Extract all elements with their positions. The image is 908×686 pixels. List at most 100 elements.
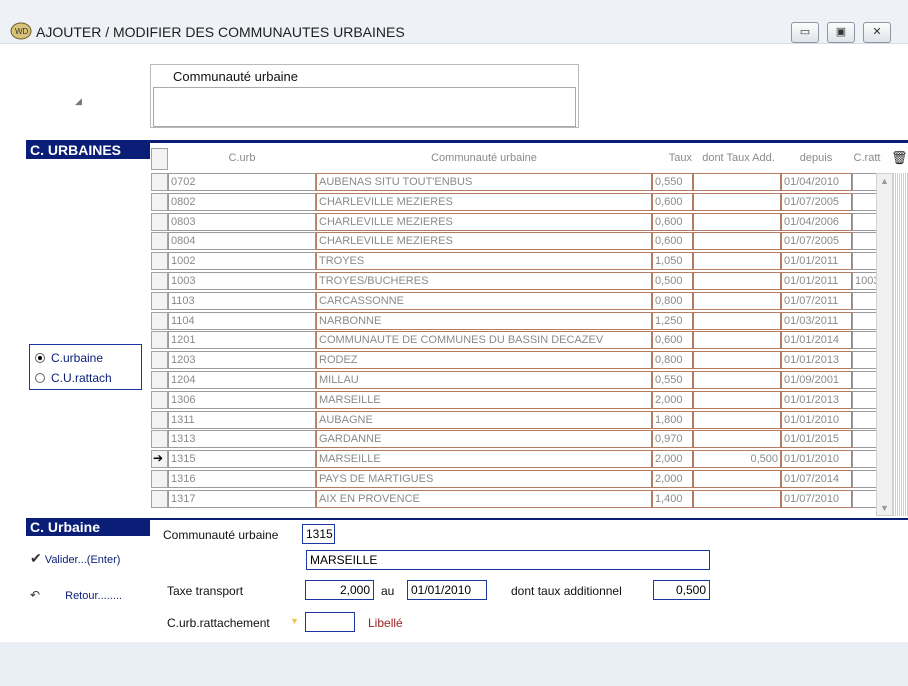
return-button[interactable]: ↶ Retour........ — [30, 588, 122, 602]
restore-button[interactable]: ▣ — [827, 22, 855, 43]
cell-code[interactable]: 1002 — [168, 252, 316, 271]
header-curb[interactable]: C.urb — [168, 148, 316, 169]
scroll-up-icon[interactable]: ▲ — [880, 176, 889, 186]
row-selector[interactable] — [151, 351, 168, 370]
cell-taux[interactable]: 0,500 — [652, 272, 693, 290]
header-depuis[interactable]: depuis — [781, 148, 851, 169]
cell-depuis[interactable]: 01/07/2011 — [781, 291, 852, 310]
cell-name[interactable]: AIX EN PROVENCE — [316, 489, 652, 508]
search-input[interactable] — [153, 87, 576, 127]
cell-taux[interactable]: 1,250 — [652, 311, 693, 330]
dont-field[interactable]: 0,500 — [653, 580, 710, 600]
cell-code[interactable]: 1317 — [168, 489, 316, 508]
row-selector[interactable] — [151, 470, 168, 488]
cell-add[interactable] — [693, 311, 781, 330]
row-selector[interactable] — [151, 252, 168, 271]
cell-name[interactable]: COMMUNAUTE DE COMMUNES DU BASSIN DECAZEV — [316, 331, 652, 350]
radio-dot[interactable] — [35, 353, 45, 363]
row-selector[interactable] — [151, 212, 168, 231]
header-add[interactable]: dont Taux Add. — [696, 148, 781, 169]
header-ratt[interactable]: C.ratt — [851, 148, 883, 169]
cell-depuis[interactable]: 01/03/2011 — [781, 311, 852, 330]
cell-add[interactable] — [693, 489, 781, 508]
cell-taux[interactable]: 0,970 — [652, 430, 693, 449]
cell-code[interactable]: 1201 — [168, 331, 316, 350]
delete-icon[interactable]: 🗑 — [891, 150, 908, 166]
cell-depuis[interactable]: 01/07/2005 — [781, 192, 852, 211]
cell-add[interactable] — [693, 351, 781, 370]
cell-add[interactable] — [693, 371, 781, 389]
scroll-down-icon[interactable]: ▼ — [880, 503, 889, 513]
cell-depuis[interactable]: 01/04/2006 — [781, 212, 852, 231]
minimize-button[interactable]: ▭ — [791, 22, 819, 43]
cell-add[interactable] — [693, 410, 781, 429]
header-name[interactable]: Communauté urbaine — [316, 148, 652, 169]
cell-taux[interactable]: 1,800 — [652, 410, 693, 429]
ratt-field[interactable] — [305, 612, 355, 632]
cell-add[interactable] — [693, 252, 781, 271]
cell-name[interactable]: CHARLEVILLE MEZIERES — [316, 192, 652, 211]
cell-add[interactable] — [693, 390, 781, 409]
name-field[interactable]: MARSEILLE — [306, 550, 710, 570]
cell-taux[interactable]: 0,550 — [652, 173, 693, 191]
row-selector[interactable] — [151, 272, 168, 290]
cell-depuis[interactable]: 01/01/2015 — [781, 430, 852, 449]
cell-code[interactable]: 1306 — [168, 390, 316, 409]
cell-add[interactable] — [693, 272, 781, 290]
validate-button[interactable]: ✔ Valider...(Enter) — [30, 550, 120, 567]
cell-taux[interactable]: 0,600 — [652, 331, 693, 350]
cell-code[interactable]: 1104 — [168, 311, 316, 330]
cell-code[interactable]: 0804 — [168, 232, 316, 251]
cell-add[interactable] — [693, 192, 781, 211]
cell-code[interactable]: 1316 — [168, 470, 316, 488]
row-selector[interactable] — [151, 291, 168, 310]
cell-add[interactable] — [693, 212, 781, 231]
cell-name[interactable]: CHARLEVILLE MEZIERES — [316, 212, 652, 231]
lookup-icon[interactable]: ▼ — [290, 616, 299, 626]
cell-depuis[interactable]: 01/07/2010 — [781, 489, 852, 508]
cell-code[interactable]: 0802 — [168, 192, 316, 211]
radio-curbaine[interactable]: C.urbaine — [35, 351, 103, 365]
cell-depuis[interactable]: 01/07/2005 — [781, 232, 852, 251]
cell-code[interactable]: 1203 — [168, 351, 316, 370]
cell-taux[interactable]: 0,800 — [652, 291, 693, 310]
cell-name[interactable]: AUBAGNE — [316, 410, 652, 429]
cell-taux[interactable]: 0,600 — [652, 212, 693, 231]
cell-taux[interactable]: 1,400 — [652, 489, 693, 508]
cell-name[interactable]: AUBENAS SITU TOUT'ENBUS — [316, 173, 652, 191]
row-selector[interactable] — [151, 371, 168, 389]
cell-depuis[interactable]: 01/07/2014 — [781, 470, 852, 488]
cell-add[interactable] — [693, 232, 781, 251]
cell-code[interactable]: 0702 — [168, 173, 316, 191]
cell-code[interactable]: 1204 — [168, 371, 316, 389]
cell-code[interactable]: 1315 — [168, 450, 316, 469]
cell-code[interactable]: 1003 — [168, 272, 316, 290]
row-selector[interactable] — [151, 410, 168, 429]
cell-taux[interactable]: 0,600 — [652, 192, 693, 211]
row-selector[interactable] — [151, 430, 168, 449]
code-field[interactable]: 1315 — [302, 524, 335, 544]
radio-curattach[interactable]: C.U.rattach — [35, 371, 112, 385]
cell-depuis[interactable]: 01/01/2014 — [781, 331, 852, 350]
scrollbar[interactable]: ▲ ▼ — [876, 173, 893, 516]
header-taux[interactable]: Taux — [652, 148, 692, 169]
cell-code[interactable]: 0803 — [168, 212, 316, 231]
cell-add[interactable] — [693, 173, 781, 191]
row-selector[interactable] — [151, 311, 168, 330]
cell-depuis[interactable]: 01/01/2010 — [781, 450, 852, 469]
cell-name[interactable]: GARDANNE — [316, 430, 652, 449]
cell-code[interactable]: 1313 — [168, 430, 316, 449]
row-selector[interactable]: ➔ — [151, 450, 168, 469]
row-selector[interactable] — [151, 192, 168, 211]
cell-name[interactable]: NARBONNE — [316, 311, 652, 330]
cell-name[interactable]: MARSEILLE — [316, 390, 652, 409]
cell-add[interactable] — [693, 430, 781, 449]
cell-code[interactable]: 1103 — [168, 291, 316, 310]
cell-add[interactable] — [693, 331, 781, 350]
cell-depuis[interactable]: 01/01/2013 — [781, 351, 852, 370]
cell-name[interactable]: CARCASSONNE — [316, 291, 652, 310]
cell-name[interactable]: RODEZ — [316, 351, 652, 370]
cell-add[interactable] — [693, 291, 781, 310]
date-field[interactable]: 01/01/2010 — [407, 580, 487, 600]
cell-taux[interactable]: 2,000 — [652, 450, 693, 469]
